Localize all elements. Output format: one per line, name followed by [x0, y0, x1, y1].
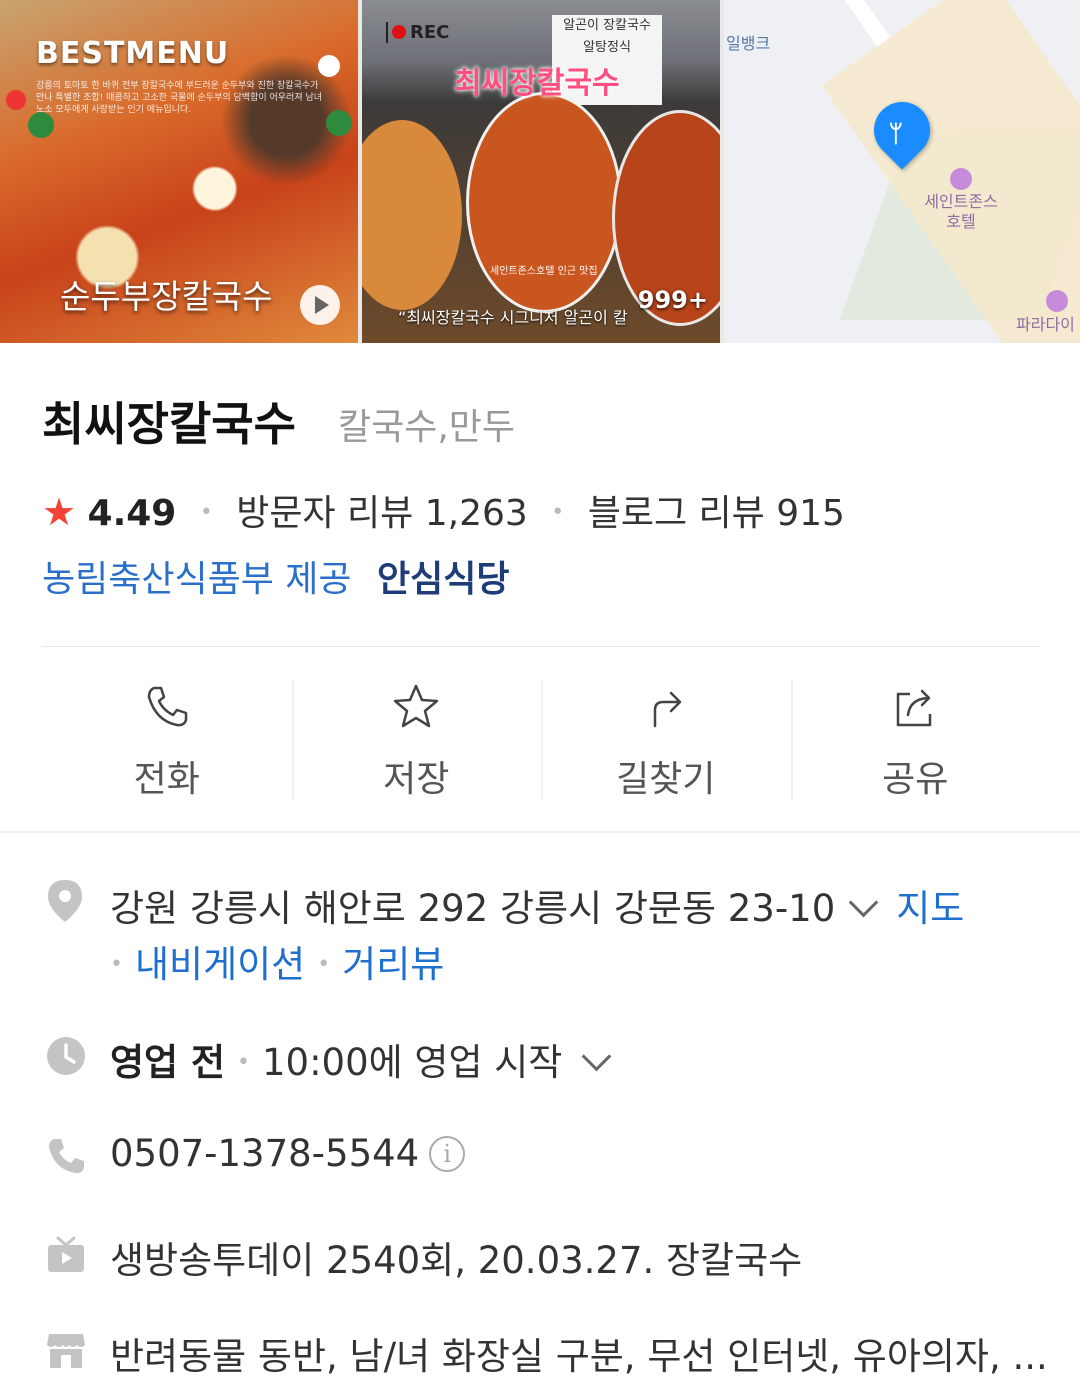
map-label: 파라다이 [1016, 315, 1075, 334]
save-label: 저장 [383, 759, 450, 800]
save-button[interactable]: 저장 [291, 670, 542, 805]
blog-reviews-link[interactable]: 블로그 리뷰 915 [588, 493, 845, 534]
video-quote: “최씨장칼국수 시그니처 알곤이 칼 [398, 308, 628, 327]
opening-time: 10:00에 영업 시작 [262, 1041, 563, 1084]
separator-dot: • [110, 952, 123, 977]
phone-icon [49, 1139, 84, 1174]
address-row: 강원 강릉시 해안로 292 강릉시 강문동 23-10 지도 [110, 878, 964, 932]
chevron-down-icon[interactable] [848, 887, 879, 918]
video-subtitle: 세인트존스호텔 인근 맛집 [490, 266, 598, 277]
phone-number[interactable]: 0507-1378-5544 [110, 1132, 419, 1175]
rating-row: ★ 4.49 • 방문자 리뷰 1,263 • 블로그 리뷰 915 [42, 484, 845, 536]
map-label: 세인트존스 호텔 [924, 192, 998, 231]
store-video-photo[interactable]: REC 알곤이 장칼국수 알탕정식 최씨장칼국수 세인트존스호텔 인근 맛집 “… [362, 0, 720, 343]
dish-caption: 순두부장칼국수 [60, 277, 273, 316]
chevron-down-icon[interactable] [582, 1041, 612, 1072]
poi-icon [1046, 290, 1068, 312]
decor-dot [326, 110, 352, 136]
star-outline-icon [394, 684, 439, 728]
tv-icon [48, 1236, 84, 1272]
rating-value: 4.49 [87, 493, 177, 534]
separator-dot: • [237, 1050, 250, 1075]
photo-gallery: BESTMENU 강릉의 토마토 한 바퀴 전부 장칼국수에 부드러운 순두부와… [0, 0, 1080, 343]
navigation-link[interactable]: 내비게이션 [135, 943, 305, 986]
best-menu-heading: BESTMENU [36, 36, 230, 71]
hotel-poi-icon [950, 168, 972, 190]
street-view-link[interactable]: 거리뷰 [342, 943, 444, 986]
visitor-reviews-link[interactable]: 방문자 리뷰 1,263 [236, 493, 528, 534]
section-divider [0, 831, 1080, 833]
map-label: 일뱅크 [726, 34, 771, 53]
business-status: 영업 전 [110, 1041, 226, 1084]
separator-dot: • [199, 500, 213, 525]
phone-row[interactable]: 0507-1378-5544 i [110, 1132, 466, 1175]
best-menu-photo[interactable]: BESTMENU 강릉의 토마토 한 바퀴 전부 장칼국수에 부드러운 순두부와… [0, 0, 358, 343]
action-bar: 전화 저장 길찾기 공유 [42, 670, 1040, 805]
location-pin-icon [48, 880, 82, 922]
tv-appearance-row: 생방송투데이 2540회, 20.03.27. 장칼국수 [110, 1230, 802, 1284]
divider [42, 646, 1040, 647]
rec-indicator: REC [386, 22, 449, 43]
map-link[interactable]: 지도 [896, 887, 964, 930]
certification-row: 농림축산식품부 제공 안심식당 [42, 550, 509, 602]
address-links-row: • 내비게이션 • 거리뷰 [110, 934, 444, 988]
directions-icon [653, 691, 681, 728]
tv-appearance-text: 생방송투데이 2540회, 20.03.27. 장칼국수 [110, 1239, 803, 1282]
star-icon: ★ [42, 490, 77, 534]
food-bowl [466, 92, 622, 313]
photo-count-badge: 999+ [637, 286, 708, 314]
hours-row[interactable]: 영업 전 • 10:00에 영업 시작 [110, 1032, 629, 1086]
place-name: 최씨장칼국수 [42, 397, 296, 451]
decor-dot [6, 90, 26, 110]
amenities-text: 반려동물 동반, 남/녀 화장실 구분, 무선 인터넷, 유아의자, ... [110, 1335, 1048, 1378]
amenities-row: 반려동물 동반, 남/녀 화장실 구분, 무선 인터넷, 유아의자, ... [110, 1326, 1048, 1380]
decor-dot [318, 55, 340, 77]
phone-icon [147, 686, 187, 727]
map-thumbnail[interactable]: 일뱅크 세인트존스 호텔 파라다이 ᛘ [724, 0, 1080, 343]
sign-line: 알곤이 장칼국수 [563, 18, 651, 33]
separator-dot: • [551, 500, 565, 525]
share-label: 공유 [882, 759, 949, 800]
sign-line: 알탕정식 [583, 40, 631, 55]
directions-button[interactable]: 길찾기 [541, 670, 791, 805]
cert-source[interactable]: 농림축산식품부 제공 [42, 559, 352, 600]
store-icon [47, 1334, 85, 1368]
info-icon[interactable]: i [429, 1136, 466, 1172]
clock-icon [47, 1037, 85, 1075]
call-button[interactable]: 전화 [42, 670, 292, 805]
separator-dot: • [317, 952, 331, 977]
food-bowl [362, 120, 462, 310]
place-category: 칼국수,만두 [338, 407, 516, 448]
share-button[interactable]: 공유 [790, 670, 1041, 805]
video-store-title: 최씨장칼국수 [454, 66, 620, 101]
directions-label: 길찾기 [616, 759, 716, 800]
safe-restaurant-badge: 안심식당 [376, 559, 510, 600]
share-icon [897, 689, 932, 727]
call-label: 전화 [133, 759, 200, 800]
play-button[interactable] [300, 285, 340, 325]
address-text: 강원 강릉시 해안로 292 강릉시 강문동 23-10 [110, 887, 836, 930]
best-menu-description: 강릉의 토마토 한 바퀴 전부 장칼국수에 부드러운 순두부와 진한 장칼국수가… [36, 81, 323, 115]
